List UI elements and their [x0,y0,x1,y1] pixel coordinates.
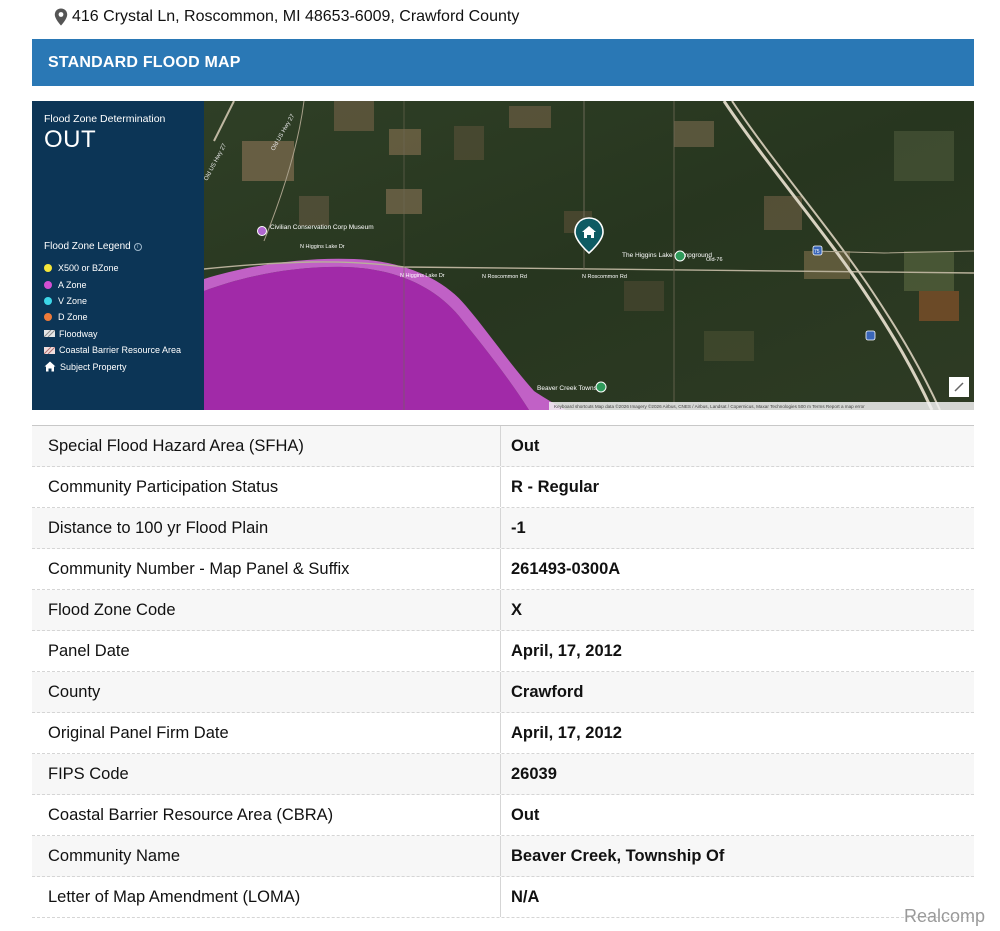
row-label: Original Panel Firm Date [32,713,501,753]
table-row: Panel Date April, 17, 2012 [32,631,974,672]
row-label: Community Name [32,836,501,876]
table-row: Community Participation Status R - Regul… [32,467,974,508]
realcomp-watermark: Realcomp [904,906,986,926]
flood-map-banner: STANDARD FLOOD MAP [32,39,974,86]
row-value: Beaver Creek, Township Of [511,846,725,865]
map-pin-icon [54,8,68,26]
flood-map[interactable]: Flood Zone Determination OUT Flood Zone … [32,101,974,410]
flood-info-table: Special Flood Hazard Area (SFHA) Out Com… [32,425,974,918]
row-label: Panel Date [32,631,501,671]
row-label: Community Number - Map Panel & Suffix [32,549,501,589]
property-address: 416 Crystal Ln, Roscommon, MI 48653-6009… [54,6,519,28]
address-text: 416 Crystal Ln, Roscommon, MI 48653-6009… [72,8,520,25]
legend-item-x500: X500 or BZone [44,260,181,276]
row-value: April, 17, 2012 [511,723,622,742]
row-value: X [511,600,523,619]
legend-item-floodway: Floodway [44,326,181,342]
label-road-roscommon: N Roscommon Rd [482,274,527,280]
floodway-swatch-icon [44,330,55,338]
row-value: Crawford [511,682,584,701]
label-road-higgins: N Higgins Lake Dr [300,244,345,250]
table-row: Special Flood Hazard Area (SFHA) Out [32,426,974,467]
table-row: Flood Zone Code X [32,590,974,631]
banner-title: STANDARD FLOOD MAP [48,53,241,71]
row-label: Community Participation Status [32,467,501,507]
table-row: Coastal Barrier Resource Area (CBRA) Out [32,795,974,836]
label-road-higgins-2: N Higgins Lake Dr [400,273,445,279]
row-label: Special Flood Hazard Area (SFHA) [32,426,501,466]
legend-item-v-zone: V Zone [44,293,181,309]
label-museum: Civilian Conservation Corp Museum [270,224,374,231]
museum-marker-icon[interactable] [257,226,267,236]
satellite-map[interactable]: Old US Hwy 27 Old US Hwy 27 Civilian Con… [204,101,974,410]
row-label: Coastal Barrier Resource Area (CBRA) [32,795,501,835]
cyan-dot-icon [44,296,52,305]
row-value: Out [511,436,540,455]
table-row: Original Panel Firm Date April, 17, 2012 [32,713,974,754]
label-i75: 75 [814,249,820,255]
info-icon[interactable]: i [133,242,142,251]
legend-item-subject-property: Subject Property [44,358,181,374]
table-row: FIPS Code 26039 [32,754,974,795]
legend-title: Flood Zone Legend i [44,241,142,252]
row-value: April, 17, 2012 [511,641,622,660]
row-label: FIPS Code [32,754,501,794]
legend-list: X500 or BZone A Zone V Zone D Zone Flood… [44,260,181,375]
orange-dot-icon [44,313,52,322]
label-township: Beaver Creek Township [537,385,606,392]
row-label: Flood Zone Code [32,590,501,630]
row-label: Letter of Map Amendment (LOMA) [32,877,501,917]
row-value: 261493-0300A [511,559,621,578]
legend-panel: Flood Zone Determination OUT Flood Zone … [32,101,204,410]
label-campground: The Higgins Lake Campground [622,252,712,259]
label-old76: Old-76 [706,257,723,263]
legend-item-a-zone: A Zone [44,276,181,292]
legend-item-d-zone: D Zone [44,309,181,325]
magenta-dot-icon [44,280,52,289]
legend-item-cbra: Coastal Barrier Resource Area [44,342,181,358]
determination-label: Flood Zone Determination [44,113,166,125]
i75-shield-2-icon [865,330,876,341]
table-row: Community Name Beaver Creek, Township Of [32,836,974,877]
row-value: -1 [511,518,526,537]
campground-marker-icon[interactable] [674,250,686,262]
row-label: County [32,672,501,712]
house-icon [44,361,56,372]
table-row: Community Number - Map Panel & Suffix 26… [32,549,974,590]
row-value: R - Regular [511,477,600,496]
cbra-swatch-icon [44,346,55,354]
row-value: Out [511,805,540,824]
table-row: Distance to 100 yr Flood Plain -1 [32,508,974,549]
determination-value: OUT [44,126,97,153]
label-road-roscommon-2: N Roscommon Rd [582,274,627,280]
yellow-dot-icon [44,264,52,273]
row-value: 26039 [511,764,557,783]
map-attribution[interactable]: Keyboard shortcuts Map data ©2026 Imager… [554,403,865,409]
row-label: Distance to 100 yr Flood Plain [32,508,501,548]
township-marker-icon[interactable] [595,381,607,393]
table-row: Letter of Map Amendment (LOMA) N/A [32,877,974,918]
table-row: County Crawford [32,672,974,713]
